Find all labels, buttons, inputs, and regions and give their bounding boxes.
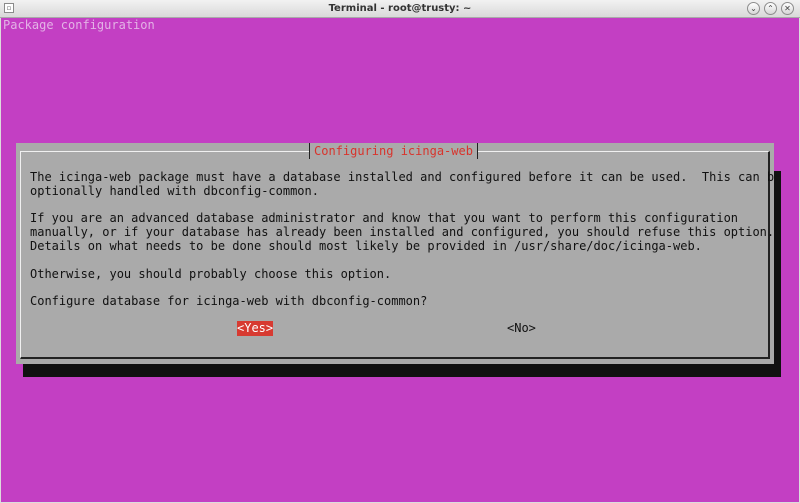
dialog-paragraph-intro: The icinga-web package must have a datab… xyxy=(30,170,782,198)
maximize-button[interactable]: ⌃ xyxy=(764,2,777,15)
config-dialog: Configuring icinga-web The icinga-web pa… xyxy=(16,143,781,364)
yes-button[interactable]: <Yes> xyxy=(237,321,274,336)
backtitle: Package configuration xyxy=(3,18,155,32)
window-title: Terminal - root@trusty: ~ xyxy=(328,3,472,14)
dialog-title: Configuring icinga-web xyxy=(309,143,478,159)
dialog-paragraph-advanced: If you are an advanced database administ… xyxy=(30,211,775,253)
dialog-question: Configure database for icinga-web with d… xyxy=(30,294,428,308)
terminal-area[interactable]: Package configuration Configuring icinga… xyxy=(1,18,799,502)
minimize-button[interactable]: ⌄ xyxy=(747,2,760,15)
close-button[interactable]: ✕ xyxy=(781,2,794,15)
dialog-paragraph-otherwise: Otherwise, you should probably choose th… xyxy=(30,267,392,281)
no-button[interactable]: <No> xyxy=(507,321,536,336)
window-titlebar[interactable]: ▫ Terminal - root@trusty: ~ ⌄ ⌃ ✕ xyxy=(0,0,800,18)
